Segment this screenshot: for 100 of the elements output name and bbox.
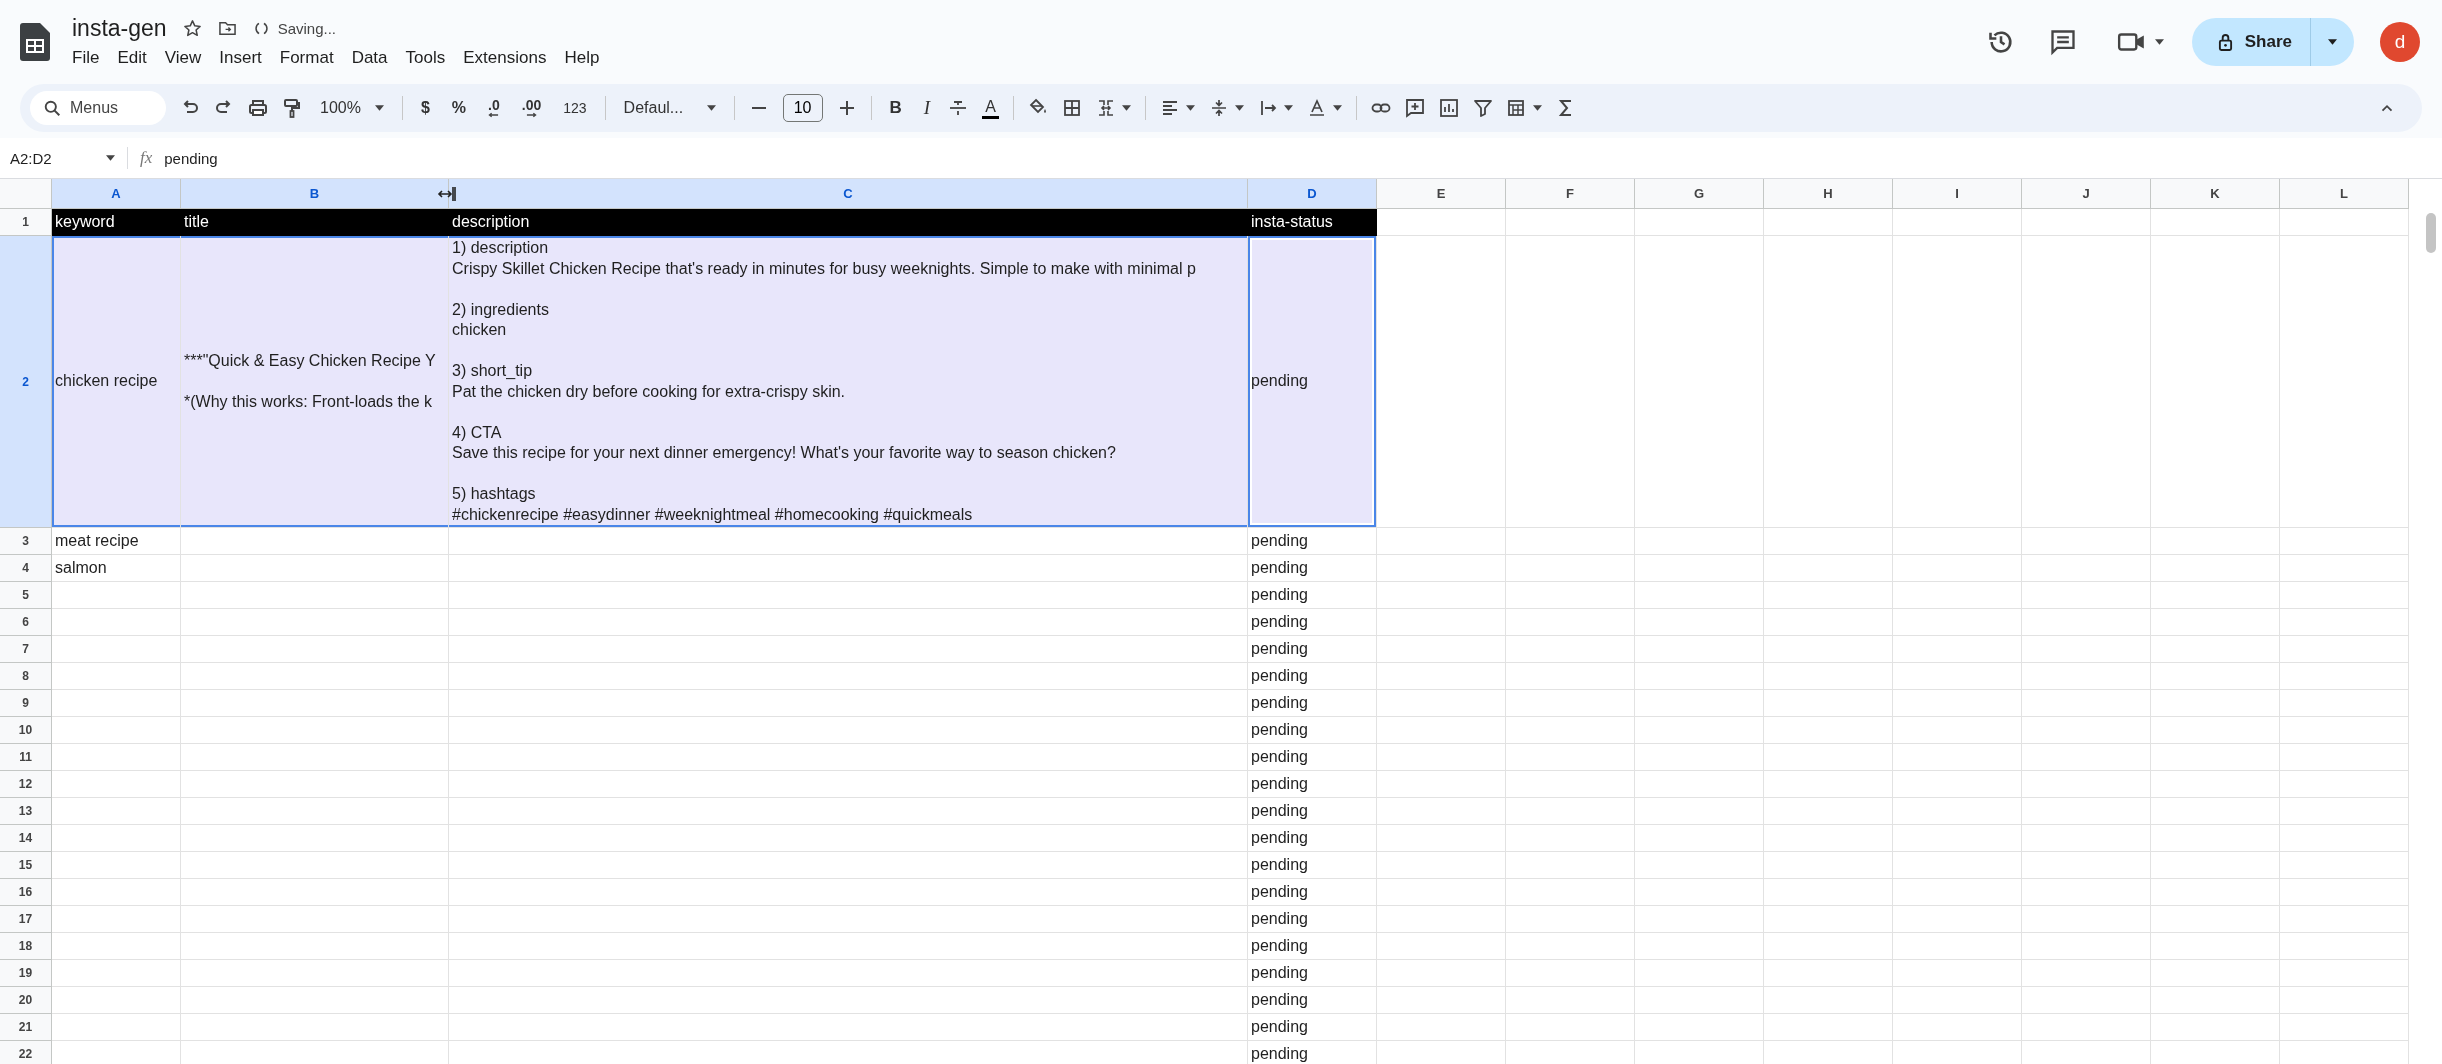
filter-views-icon[interactable] — [1506, 98, 1527, 118]
table-cell: pending — [1248, 1041, 1377, 1064]
column-header[interactable]: H — [1764, 179, 1893, 209]
column-header[interactable]: L — [2280, 179, 2409, 209]
caret-icon[interactable] — [2154, 39, 2164, 45]
row-header[interactable]: 10 — [0, 717, 52, 744]
decrease-decimal-button[interactable]: .0 — [484, 98, 504, 118]
column-header[interactable]: D — [1248, 179, 1377, 209]
font-size-field[interactable]: 10 — [782, 94, 823, 122]
add-comment-icon[interactable] — [1404, 98, 1425, 118]
row-header[interactable]: 20 — [0, 987, 52, 1014]
row-header[interactable]: 21 — [0, 1014, 52, 1041]
table-cell: pending — [1248, 555, 1377, 582]
menu-item[interactable]: Format — [271, 45, 342, 70]
row-header[interactable]: 4 — [0, 555, 52, 582]
column-header[interactable]: K — [2151, 179, 2280, 209]
right-arrow-icon — [526, 112, 537, 118]
comment-icon[interactable] — [2048, 28, 2077, 56]
paint-format-icon[interactable] — [282, 98, 302, 118]
caret-icon[interactable] — [1121, 105, 1131, 111]
video-camera-icon[interactable] — [2116, 31, 2147, 53]
column-header[interactable]: B — [181, 179, 449, 209]
currency-format-button[interactable]: $ — [416, 99, 434, 117]
increase-decimal-button[interactable]: .00 — [517, 98, 546, 118]
row-header[interactable]: 5 — [0, 582, 52, 609]
row-header[interactable]: 11 — [0, 744, 52, 771]
column-header[interactable]: I — [1893, 179, 2022, 209]
share-button[interactable]: Share — [2191, 18, 2310, 66]
menu-item[interactable]: Extensions — [455, 45, 555, 70]
name-box[interactable]: A2:D2 — [10, 149, 94, 167]
row-header[interactable]: 22 — [0, 1041, 52, 1064]
save-status: Saving... — [277, 19, 336, 37]
caret-icon[interactable] — [1532, 105, 1542, 111]
row-header[interactable]: 14 — [0, 825, 52, 852]
table-cell: pending — [1248, 798, 1377, 825]
star-icon[interactable] — [182, 18, 202, 38]
search-icon — [44, 100, 61, 117]
menu-item[interactable]: View — [156, 45, 210, 70]
row-header[interactable]: 19 — [0, 960, 52, 987]
caret-icon[interactable] — [1234, 105, 1244, 111]
row-header[interactable]: 9 — [0, 690, 52, 717]
column-header[interactable]: E — [1377, 179, 1506, 209]
caret-icon[interactable] — [1283, 105, 1293, 111]
percent-format-button[interactable]: % — [447, 99, 471, 117]
row-header[interactable]: 7 — [0, 636, 52, 663]
row-header[interactable]: 13 — [0, 798, 52, 825]
strikethrough-icon[interactable] — [948, 98, 969, 118]
text-color-button[interactable]: A — [982, 97, 999, 119]
column-resize-cursor-icon — [437, 184, 457, 204]
row-header[interactable]: 16 — [0, 879, 52, 906]
table-cell: pending — [1248, 663, 1377, 690]
row-header[interactable]: 17 — [0, 906, 52, 933]
caret-icon — [706, 105, 716, 111]
table-cell: chicken recipe — [52, 236, 181, 528]
caret-icon[interactable] — [106, 155, 115, 161]
formula-input[interactable]: pending — [164, 149, 218, 167]
column-header[interactable]: C — [449, 179, 1248, 209]
caret-icon[interactable] — [1332, 105, 1342, 111]
column-header[interactable]: J — [2022, 179, 2151, 209]
caret-icon[interactable] — [1185, 105, 1195, 111]
borders-icon[interactable] — [1061, 98, 1082, 118]
bold-button[interactable]: B — [885, 98, 906, 118]
font-dropdown[interactable]: Defaul... — [619, 99, 720, 117]
table-cell: description — [449, 209, 1248, 236]
scrollbar-thumb[interactable] — [2426, 213, 2436, 253]
table-cell: pending — [1248, 987, 1377, 1014]
history-icon[interactable] — [1986, 28, 2015, 56]
row-header[interactable]: 15 — [0, 852, 52, 879]
print-icon[interactable] — [248, 98, 268, 118]
menu-item[interactable]: Data — [343, 45, 396, 70]
row-header[interactable]: 3 — [0, 528, 52, 555]
caret-icon — [374, 105, 384, 111]
row-header[interactable]: 12 — [0, 771, 52, 798]
row-header[interactable]: 2 — [0, 236, 52, 528]
lock-icon — [2217, 32, 2233, 52]
menu-item[interactable]: File — [64, 45, 108, 70]
document-title[interactable]: insta-gen — [72, 14, 167, 42]
row-header[interactable]: 18 — [0, 933, 52, 960]
account-avatar[interactable]: d — [2380, 22, 2420, 62]
spreadsheet-icon[interactable] — [20, 23, 50, 61]
column-header[interactable]: G — [1635, 179, 1764, 209]
chart-icon[interactable] — [1438, 98, 1459, 118]
folder-icon[interactable] — [217, 19, 237, 37]
menu-item[interactable]: Insert — [211, 45, 270, 70]
filter-icon[interactable] — [1472, 98, 1493, 118]
number-format-button[interactable]: 123 — [559, 100, 591, 116]
column-header[interactable]: F — [1506, 179, 1635, 209]
menu-search-field[interactable]: Menus — [30, 91, 166, 125]
menu-item[interactable]: Help — [556, 45, 608, 70]
menu-item[interactable]: Edit — [109, 45, 155, 70]
column-header[interactable]: A — [52, 179, 181, 209]
row-header[interactable]: 1 — [0, 209, 52, 236]
table-cell: title — [181, 209, 449, 236]
menu-item[interactable]: Tools — [397, 45, 454, 70]
table-cell: pending — [1248, 690, 1377, 717]
zoom-dropdown[interactable]: 100% — [316, 99, 388, 117]
row-header[interactable]: 8 — [0, 663, 52, 690]
table-cell: salmon — [52, 555, 181, 582]
row-header[interactable]: 6 — [0, 609, 52, 636]
italic-button[interactable]: I — [919, 97, 935, 119]
